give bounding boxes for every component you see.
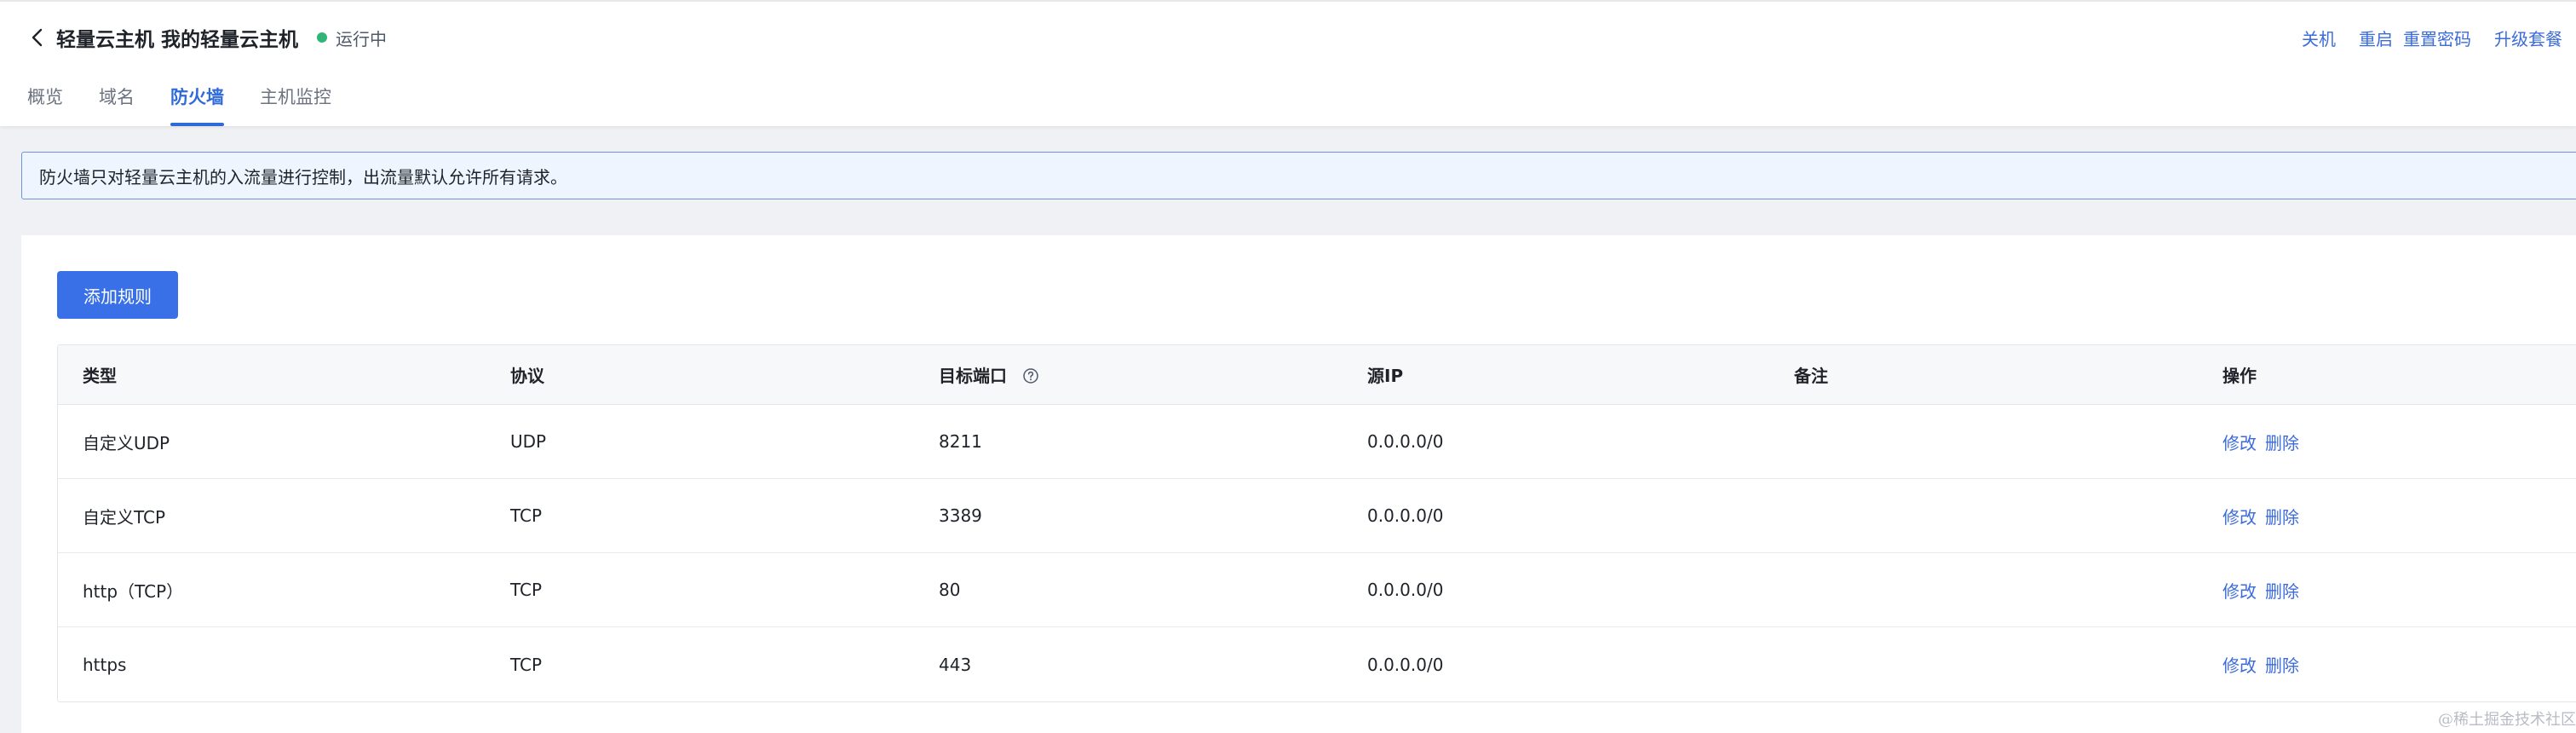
column-header-type: 类型 bbox=[83, 366, 117, 386]
cell-source-ip: 0.0.0.0/0 bbox=[1367, 431, 1444, 452]
table-row: 自定义TCP TCP 3389 0.0.0.0/0 修改 删除 bbox=[58, 479, 2576, 553]
watermark: @稀土掘金技术社区 bbox=[2438, 711, 2576, 729]
page-title: 轻量云主机 我的轻量云主机 bbox=[56, 29, 299, 51]
cell-actions: 修改 删除 bbox=[2222, 430, 2308, 454]
cell-type: 自定义TCP bbox=[83, 506, 166, 528]
cell-source-ip: 0.0.0.0/0 bbox=[1367, 580, 1444, 600]
delete-rule-button[interactable]: 删除 bbox=[2265, 507, 2299, 528]
status-badge: 运行中 bbox=[317, 26, 387, 50]
delete-rule-button[interactable]: 删除 bbox=[2265, 433, 2299, 453]
column-header-protocol: 协议 bbox=[510, 366, 544, 386]
upgrade-plan-button[interactable]: 升级套餐 bbox=[2494, 26, 2562, 50]
notice-text: 防火墙只对轻量云主机的入流量进行控制，出流量默认允许所有请求。 bbox=[39, 166, 567, 188]
tab-domain[interactable]: 域名 bbox=[99, 84, 135, 126]
cell-port: 8211 bbox=[939, 431, 982, 452]
firewall-notice: 防火墙只对轻量云主机的入流量进行控制，出流量默认允许所有请求。 bbox=[21, 152, 2576, 199]
cell-port: 443 bbox=[939, 654, 972, 675]
cell-protocol: TCP bbox=[510, 505, 543, 526]
column-header-actions: 操作 bbox=[2222, 366, 2257, 386]
column-header-note: 备注 bbox=[1794, 366, 1828, 386]
header-actions: 关机 重启 重置密码 升级套餐 bbox=[2279, 22, 2576, 53]
edit-rule-button[interactable]: 修改 bbox=[2222, 581, 2257, 602]
header: 轻量云主机 我的轻量云主机 运行中 关机 重启 重置密码 升级套餐 概览 域名 … bbox=[0, 0, 2576, 126]
column-header-port-label: 目标端口 bbox=[939, 366, 1007, 386]
tab-host-monitoring[interactable]: 主机监控 bbox=[260, 84, 331, 126]
question-circle-icon[interactable] bbox=[1022, 367, 1039, 384]
cell-type: 自定义UDP bbox=[83, 432, 170, 453]
cell-actions: 修改 删除 bbox=[2222, 652, 2308, 677]
cell-port: 80 bbox=[939, 580, 961, 600]
edit-rule-button[interactable]: 修改 bbox=[2222, 655, 2257, 676]
chevron-left-icon[interactable] bbox=[26, 26, 49, 49]
delete-rule-button[interactable]: 删除 bbox=[2265, 581, 2299, 602]
tab-overview[interactable]: 概览 bbox=[27, 84, 63, 126]
cell-protocol: UDP bbox=[510, 431, 547, 452]
tab-bar: 概览 域名 防火墙 主机监控 bbox=[27, 84, 367, 126]
cell-source-ip: 0.0.0.0/0 bbox=[1367, 505, 1444, 526]
delete-rule-button[interactable]: 删除 bbox=[2265, 655, 2299, 676]
cell-actions: 修改 删除 bbox=[2222, 578, 2308, 603]
add-rule-button[interactable]: 添加规则 bbox=[57, 271, 178, 319]
status-dot bbox=[317, 32, 328, 43]
cell-source-ip: 0.0.0.0/0 bbox=[1367, 654, 1444, 675]
edit-rule-button[interactable]: 修改 bbox=[2222, 507, 2257, 528]
cell-type: http（TCP） bbox=[83, 580, 184, 602]
edit-rule-button[interactable]: 修改 bbox=[2222, 433, 2257, 453]
column-header-port: 目标端口 bbox=[939, 362, 1039, 387]
tab-firewall[interactable]: 防火墙 bbox=[170, 84, 224, 126]
table-row: http（TCP） TCP 80 0.0.0.0/0 修改 删除 bbox=[58, 553, 2576, 627]
cell-protocol: TCP bbox=[510, 654, 543, 675]
cell-actions: 修改 删除 bbox=[2222, 504, 2308, 528]
column-header-source-ip: 源IP bbox=[1367, 366, 1404, 386]
firewall-rules-card: 添加规则 类型 协议 目标端口 源IP 备注 操作 自定义UDP UDP 821… bbox=[21, 235, 2576, 733]
firewall-rules-table: 类型 协议 目标端口 源IP 备注 操作 自定义UDP UDP 8211 0.0… bbox=[57, 344, 2576, 702]
reset-password-button[interactable]: 重置密码 bbox=[2403, 26, 2471, 50]
status-label: 运行中 bbox=[336, 28, 388, 49]
table-header: 类型 协议 目标端口 源IP 备注 操作 bbox=[58, 345, 2576, 405]
table-row: https TCP 443 0.0.0.0/0 修改 删除 bbox=[58, 627, 2576, 701]
cell-type: https bbox=[83, 654, 127, 675]
cell-port: 3389 bbox=[939, 505, 982, 526]
cell-protocol: TCP bbox=[510, 580, 543, 600]
shutdown-button[interactable]: 关机 bbox=[2302, 26, 2336, 50]
title-row: 轻量云主机 我的轻量云主机 运行中 bbox=[26, 20, 387, 55]
table-row: 自定义UDP UDP 8211 0.0.0.0/0 修改 删除 bbox=[58, 405, 2576, 479]
restart-button[interactable]: 重启 bbox=[2359, 26, 2393, 50]
